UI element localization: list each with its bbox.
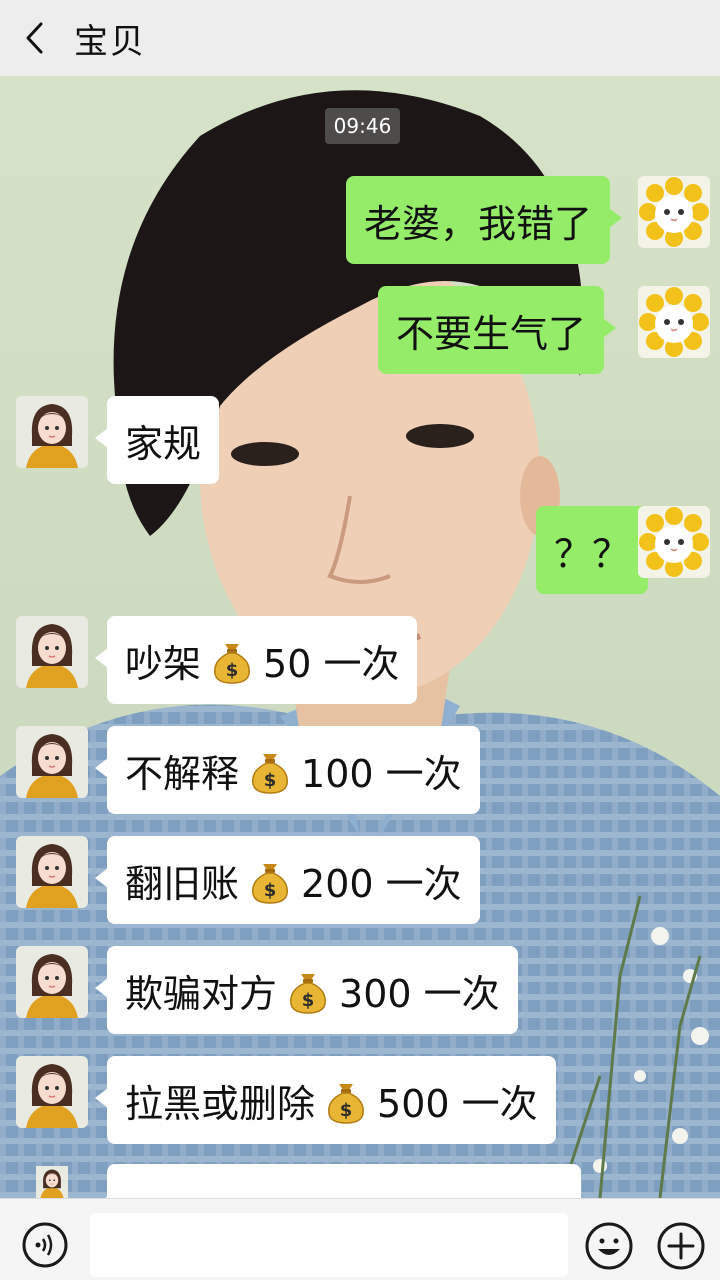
- message-text-suffix: 300 一次: [339, 971, 500, 1016]
- chat-input-bar: [0, 1198, 720, 1280]
- message-text-suffix: 500 一次: [377, 1081, 538, 1126]
- message-bubble[interactable]: ？？: [536, 506, 661, 594]
- contact-avatar[interactable]: [16, 396, 88, 468]
- message-bubble[interactable]: 翻旧账 200 一次: [95, 836, 480, 924]
- plus-icon[interactable]: [656, 1221, 706, 1271]
- message-text-prefix: 吵架: [125, 641, 202, 686]
- message-text: ？？: [554, 531, 631, 576]
- money-bag-icon: [287, 966, 329, 1014]
- contact-avatar[interactable]: [16, 616, 88, 688]
- chat-header: 宝贝: [0, 0, 720, 76]
- my-avatar[interactable]: [638, 176, 710, 248]
- my-avatar[interactable]: [638, 506, 710, 578]
- message-text-prefix: 翻旧账: [125, 861, 240, 906]
- contact-avatar[interactable]: [16, 946, 88, 1018]
- money-bag-icon: [249, 746, 291, 794]
- emoji-icon[interactable]: [584, 1221, 634, 1271]
- message-text-suffix: 200 一次: [301, 861, 462, 906]
- message-bubble[interactable]: 不要生气了: [378, 286, 617, 374]
- message-bubble[interactable]: 老婆，我错了: [346, 176, 623, 264]
- message-bubble[interactable]: 拉黑或删除 500 一次: [95, 1056, 556, 1144]
- message-input[interactable]: [90, 1213, 568, 1277]
- my-avatar[interactable]: [638, 286, 710, 358]
- message-timestamp: 09:46: [325, 108, 400, 144]
- contact-avatar[interactable]: [16, 1166, 88, 1198]
- message-text-prefix: 拉黑或删除: [125, 1081, 316, 1126]
- message-text: 老婆，我错了: [364, 201, 593, 246]
- money-bag-icon: [325, 1076, 367, 1124]
- message-bubble[interactable]: 吵架 50 一次: [94, 616, 418, 704]
- chevron-left-icon: [26, 22, 43, 54]
- message-bubble[interactable]: 不解释 100 一次: [95, 726, 480, 814]
- message-text-suffix: 50 一次: [263, 641, 400, 686]
- contact-avatar[interactable]: [16, 836, 88, 908]
- money-bag-icon: [249, 856, 291, 904]
- message-text-suffix: 100 一次: [301, 751, 462, 796]
- contact-avatar[interactable]: [16, 1056, 88, 1128]
- voice-icon[interactable]: [21, 1221, 69, 1269]
- message-bubble[interactable]: [95, 1164, 581, 1216]
- chat-title: 宝贝: [74, 21, 146, 62]
- message-bubble[interactable]: 欺骗对方 300 一次: [95, 946, 518, 1034]
- message-bubble[interactable]: 家规: [94, 396, 220, 484]
- message-text-prefix: 不解释: [125, 751, 240, 796]
- contact-avatar[interactable]: [16, 726, 88, 798]
- message-text: 不要生气了: [396, 311, 587, 356]
- message-text-prefix: 欺骗对方: [125, 971, 278, 1016]
- money-bag-icon: [211, 636, 253, 684]
- back-button[interactable]: [0, 0, 70, 76]
- message-text: 家规: [125, 421, 202, 466]
